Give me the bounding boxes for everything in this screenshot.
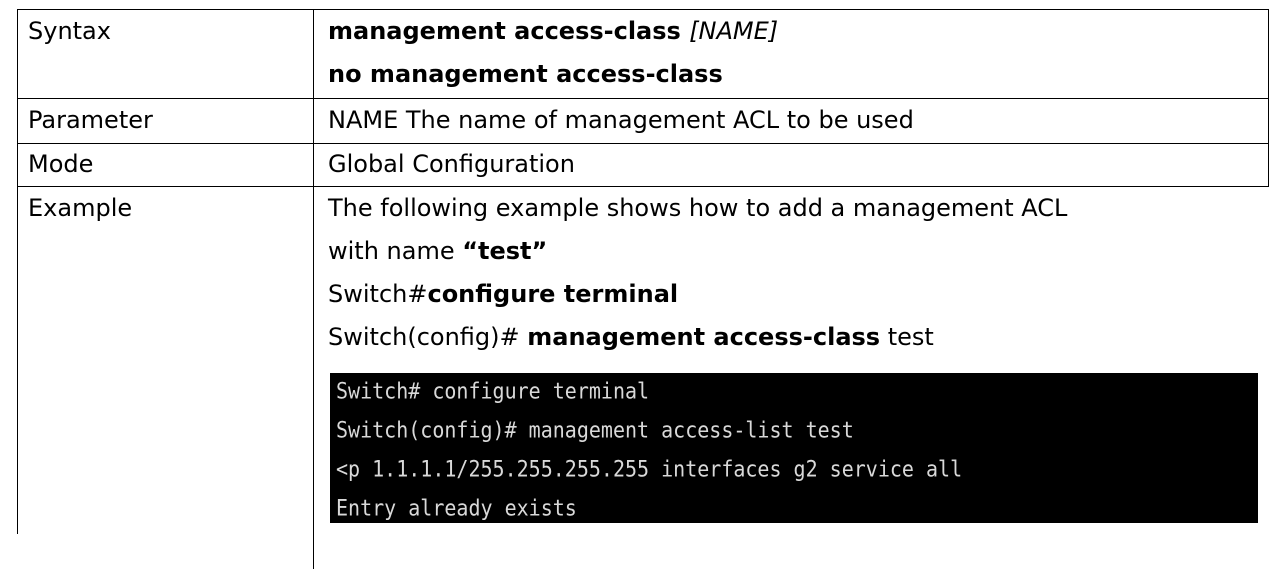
example-description-line2: with name “test”	[328, 234, 547, 269]
example-command-1: Switch#configure terminal	[328, 277, 678, 312]
column-divider	[313, 9, 314, 569]
terminal-screenshot: Switch# configure terminal Switch(config…	[330, 373, 1258, 523]
example-label: Example	[28, 194, 133, 222]
example-command-2: Switch(config)# management access-class …	[328, 320, 934, 355]
example-description-line1: The following example shows how to add a…	[328, 194, 1068, 222]
syntax-command-text: management access-class	[328, 17, 681, 45]
parameter-label: Parameter	[28, 106, 153, 134]
row-divider-parameter	[17, 143, 1269, 144]
row-divider-mode	[17, 186, 1269, 187]
command-reference-table: Syntax management access-class [NAME] no…	[17, 9, 1269, 569]
terminal-line-3: <p 1.1.1.1/255.255.255.255 interfaces g2…	[336, 455, 963, 482]
example-acl-name: “test”	[462, 237, 548, 265]
terminal-line-1: Switch# configure terminal	[336, 377, 650, 404]
syntax-label: Syntax	[28, 17, 111, 45]
example-command-2-text: management access-class	[527, 323, 881, 351]
table-border-top	[17, 9, 1269, 10]
terminal-line-2: Switch(config)# management access-list t…	[336, 416, 854, 443]
syntax-no-command: no management access-class	[328, 60, 723, 88]
example-command-1-text: configure terminal	[427, 280, 679, 308]
mode-label: Mode	[28, 150, 94, 178]
example-command-2-arg: test	[880, 323, 934, 351]
table-border-left-top	[17, 9, 18, 534]
parameter-description: NAME The name of management ACL to be us…	[328, 106, 914, 134]
mode-value: Global Configuration	[328, 150, 575, 178]
example-command-2-prompt: Switch(config)#	[328, 323, 528, 351]
row-divider-syntax	[17, 98, 1269, 99]
syntax-param-placeholder: [NAME]	[689, 17, 779, 45]
syntax-command: management access-class [NAME]	[328, 14, 778, 49]
terminal-line-4: Entry already exists	[336, 494, 577, 521]
example-command-1-prompt: Switch#	[328, 280, 428, 308]
table-border-right	[1268, 9, 1269, 187]
example-name-prefix: with name	[328, 237, 463, 265]
